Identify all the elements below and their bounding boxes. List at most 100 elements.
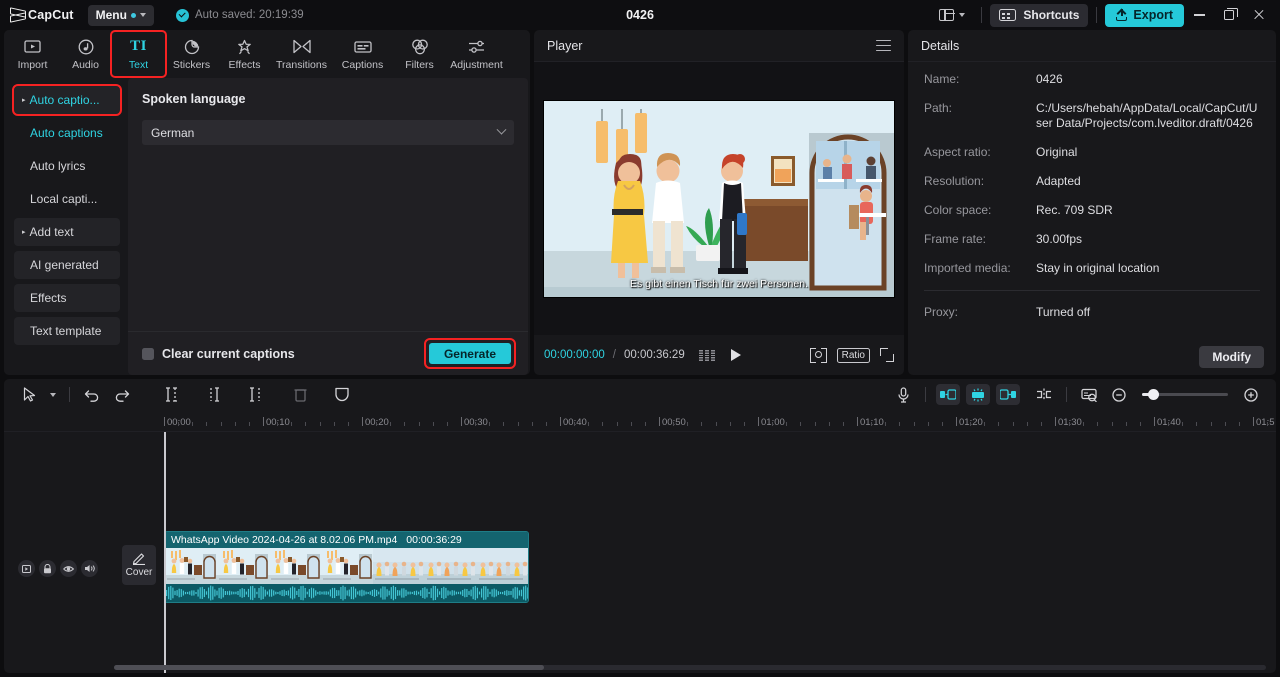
trim-left-icon[interactable]: [199, 383, 229, 407]
thumbnail-view-icon[interactable]: [1074, 383, 1104, 407]
zoom-in-icon[interactable]: [1236, 383, 1266, 407]
menu-button[interactable]: Menu: [87, 4, 154, 26]
redo-icon[interactable]: [107, 383, 137, 407]
microphone-icon[interactable]: [888, 383, 918, 407]
timeline-ruler[interactable]: 00:0000:1000:2000:3000:4000:5001:0001:10…: [4, 410, 1276, 432]
sidebar-item-label: Add text: [29, 225, 74, 239]
clear-current-captions-checkbox[interactable]: Clear current captions: [142, 347, 295, 361]
track-control-group: [18, 560, 98, 577]
tab-label: Filters: [405, 59, 434, 71]
clear-captions-label: Clear current captions: [162, 346, 295, 361]
menu-label: Menu: [95, 8, 127, 22]
close-button[interactable]: [1244, 1, 1274, 29]
divider: [1066, 387, 1067, 402]
cover-button[interactable]: Cover: [122, 545, 156, 585]
trim-right-icon[interactable]: [241, 383, 271, 407]
tab-transitions[interactable]: Transitions: [271, 32, 332, 76]
ruler-tick-minor: [192, 422, 193, 426]
video-preview[interactable]: Es gibt einen Tisch für zwei Personen.: [543, 99, 895, 298]
mirror-icon[interactable]: [966, 384, 990, 405]
zoom-out-icon[interactable]: [1104, 383, 1134, 407]
timeline-clip[interactable]: WhatsApp Video 2024-04-26 at 8.02.06 PM.…: [164, 531, 529, 603]
ratio-button[interactable]: Ratio: [836, 347, 870, 363]
ruler-tick-minor: [673, 422, 674, 426]
upload-icon: [1116, 9, 1128, 21]
ruler-tick-minor: [1182, 422, 1183, 426]
generate-button[interactable]: Generate: [428, 343, 511, 364]
tab-effects[interactable]: Effects: [218, 32, 271, 76]
ruler-tick-minor: [1027, 422, 1028, 426]
zoom-slider-knob[interactable]: [1148, 389, 1159, 400]
tab-text[interactable]: TI Text: [110, 30, 167, 78]
ruler-tick-minor: [249, 422, 250, 426]
sidebar-item-local-captions[interactable]: Local capti...: [14, 185, 120, 213]
tab-label: Effects: [228, 59, 261, 71]
auto-captions-footer: Clear current captions Generate: [128, 331, 528, 375]
detail-row-imported-media: Imported media: Stay in original locatio…: [924, 261, 1260, 276]
player-stage: Es gibt einen Tisch für zwei Personen.: [534, 62, 904, 335]
modify-button[interactable]: Modify: [1199, 346, 1264, 368]
sidebar-item-label: Auto captions: [30, 126, 103, 140]
shortcuts-button[interactable]: Shortcuts: [990, 3, 1089, 27]
split-marker-icon[interactable]: [1029, 383, 1059, 407]
divider: [925, 387, 926, 402]
playhead[interactable]: [164, 432, 166, 673]
hamburger-icon[interactable]: [876, 39, 891, 52]
modify-label: Modify: [1212, 350, 1251, 364]
keyframe-in-icon[interactable]: [936, 384, 960, 405]
scrollbar-thumb[interactable]: [114, 665, 544, 670]
timeline-horizontal-scrollbar[interactable]: [114, 665, 1266, 670]
sidebar-item-ai-generated[interactable]: AI generated: [14, 251, 120, 279]
minimize-button[interactable]: [1184, 1, 1214, 29]
layout-button[interactable]: [931, 4, 973, 26]
lock-icon[interactable]: [39, 560, 56, 577]
fullscreen-icon[interactable]: [880, 348, 894, 362]
play-icon[interactable]: [730, 349, 741, 361]
sidebar-item-add-text[interactable]: ▸ Add text: [14, 218, 120, 246]
layout-icon: [939, 8, 955, 22]
crop-zoom-icon[interactable]: [809, 347, 827, 363]
details-header: Details: [908, 30, 1276, 62]
filmstrip-icon[interactable]: [698, 349, 715, 361]
delete-icon[interactable]: [285, 383, 315, 407]
clip-thumbnail: [165, 548, 217, 584]
keyframe-out-icon[interactable]: [996, 384, 1020, 405]
sidebar-item-effects[interactable]: Effects: [14, 284, 120, 312]
undo-icon[interactable]: [77, 383, 107, 407]
sidebar-item-auto-captions-group[interactable]: ▸ Auto captio...: [12, 84, 122, 116]
ruler-tick-minor: [970, 422, 971, 426]
tool-dropdown-caret-icon[interactable]: [44, 383, 62, 407]
text-sidebar-list: ▸ Auto captio... Auto captions Auto lyri…: [4, 78, 128, 375]
tab-filters[interactable]: Filters: [393, 32, 446, 76]
zoom-slider[interactable]: [1142, 389, 1228, 400]
split-icon[interactable]: [157, 383, 187, 407]
video-track-icon[interactable]: [18, 560, 35, 577]
generate-label: Generate: [443, 346, 496, 361]
tab-captions[interactable]: Captions: [332, 32, 393, 76]
speaker-icon[interactable]: [81, 560, 98, 577]
tab-label: Stickers: [172, 59, 211, 71]
eye-icon[interactable]: [60, 560, 77, 577]
sidebar-item-text-template[interactable]: Text template: [14, 317, 120, 345]
clip-name: WhatsApp Video 2024-04-26 at 8.02.06 PM.…: [171, 534, 398, 546]
captions-icon: [353, 37, 372, 56]
sidebar-item-label: Local capti...: [30, 192, 98, 206]
ruler-tick-minor: [687, 422, 688, 426]
sidebar-item-auto-lyrics[interactable]: Auto lyrics: [14, 152, 120, 180]
spoken-language-select[interactable]: German: [142, 120, 514, 145]
sidebar-item-auto-captions[interactable]: Auto captions: [14, 119, 120, 147]
tab-adjustment[interactable]: Adjustment: [446, 32, 507, 76]
tab-audio[interactable]: Audio: [59, 32, 112, 76]
freeze-icon[interactable]: [327, 383, 357, 407]
ruler-tick-minor: [404, 422, 405, 426]
maximize-button[interactable]: [1214, 1, 1244, 29]
select-arrow-icon[interactable]: [14, 383, 44, 407]
ruler-tick-minor: [730, 422, 731, 426]
tab-import[interactable]: Import: [6, 32, 59, 76]
export-button[interactable]: Export: [1105, 3, 1184, 27]
ruler-tick-minor: [546, 422, 547, 426]
detail-key: Proxy:: [924, 305, 959, 319]
ruler-tick-minor: [1041, 422, 1042, 426]
ruler-tick-minor: [1211, 422, 1212, 426]
tab-stickers[interactable]: Stickers: [165, 32, 218, 76]
